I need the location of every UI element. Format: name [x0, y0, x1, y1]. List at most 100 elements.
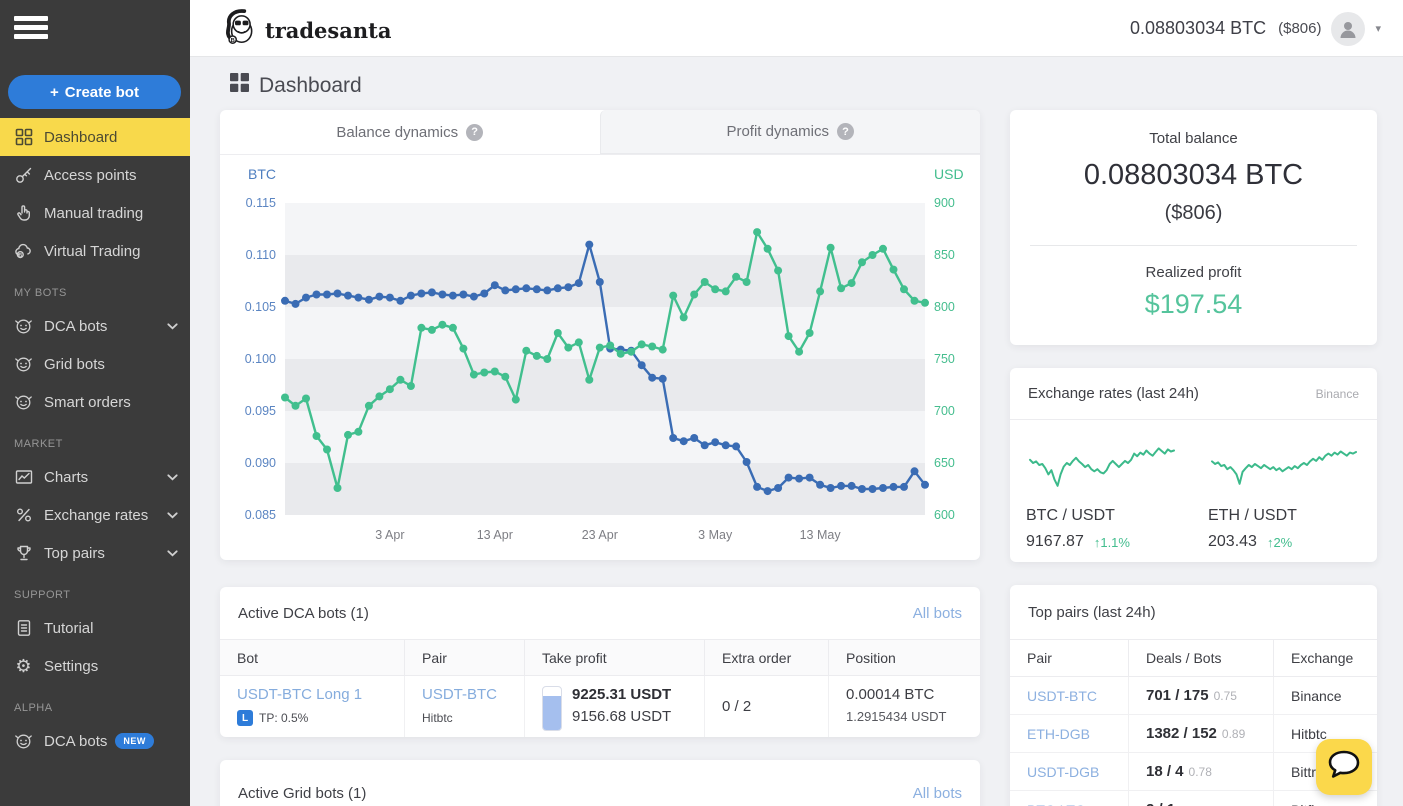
sidebar-item-smart-orders[interactable]: Smart orders: [0, 383, 190, 421]
active-grid-bots-card: Active Grid bots (1) All bots: [220, 760, 980, 806]
sidebar: + Create bot Dashboard Access points: [0, 0, 190, 806]
santa-logo-icon: B: [222, 9, 256, 52]
svg-text:0.100: 0.100: [245, 352, 276, 366]
svg-text:0.085: 0.085: [245, 508, 276, 522]
svg-text:0.105: 0.105: [245, 300, 276, 314]
deals-bots-value: 1382 / 152: [1146, 725, 1217, 742]
document-icon: [14, 619, 33, 638]
bot-face-icon: [14, 355, 33, 374]
current-price: 9156.68 USDT: [572, 708, 671, 725]
svg-text:0.115: 0.115: [246, 196, 276, 210]
bot-name-link[interactable]: USDT-BTC Long 1: [237, 686, 404, 703]
pair-link[interactable]: USDT-DGB: [1027, 764, 1099, 780]
all-dca-bots-link[interactable]: All bots: [913, 605, 962, 622]
account-caret-icon[interactable]: ▾: [1375, 22, 1381, 35]
sidebar-item-dca-bots-new[interactable]: DCA bots NEW: [0, 722, 190, 760]
chevron-down-icon: [167, 474, 178, 481]
btc-usdt-sparkline: [1026, 430, 1178, 503]
sidebar-item-manual-trading[interactable]: Manual trading: [0, 194, 190, 232]
bot-face-icon: [14, 393, 33, 412]
chart-icon: [14, 468, 33, 487]
dca-card-title: Active DCA bots (1): [238, 605, 369, 622]
help-icon[interactable]: ?: [466, 124, 483, 141]
tab-label: Balance dynamics: [336, 124, 458, 141]
sidebar-item-label: Settings: [44, 658, 98, 675]
col-header-pair: Pair: [1010, 640, 1128, 676]
left-axis-title: BTC: [248, 166, 276, 182]
deals-ratio: 0.78: [1189, 765, 1212, 779]
all-grid-bots-link[interactable]: All bots: [913, 785, 962, 802]
exchange-rates-card: Exchange rates (last 24h) Binance BTC / …: [1010, 368, 1377, 562]
svg-text:13 Apr: 13 Apr: [477, 528, 513, 542]
tradesanta-dashboard: + Create bot Dashboard Access points: [0, 0, 1403, 806]
sidebar-item-dashboard[interactable]: Dashboard: [0, 118, 190, 156]
sidebar-item-charts[interactable]: Charts: [0, 458, 190, 496]
col-header-pair: Pair: [404, 640, 524, 675]
sidebar-item-top-pairs[interactable]: Top pairs: [0, 534, 190, 572]
sidebar-item-label: DCA bots: [44, 318, 107, 335]
svg-text:600: 600: [934, 508, 955, 522]
rate-price: 203.43: [1208, 533, 1257, 551]
sidebar-item-label: Smart orders: [44, 394, 131, 411]
svg-text:750: 750: [934, 352, 955, 366]
svg-text:0.090: 0.090: [245, 456, 276, 470]
tab-label: Profit dynamics: [726, 123, 829, 140]
percent-icon: [14, 506, 33, 525]
svg-text:800: 800: [934, 300, 955, 314]
sidebar-item-exchange-rates[interactable]: Exchange rates: [0, 496, 190, 534]
col-header-deals-bots: Deals / Bots: [1128, 640, 1273, 676]
pair-link[interactable]: USDT-BTC: [422, 686, 524, 703]
total-balance-card: Total balance 0.08803034 BTC ($806) Real…: [1010, 110, 1377, 345]
sidebar-item-access-points[interactable]: Access points: [0, 156, 190, 194]
sidebar-item-label: Access points: [44, 167, 137, 184]
create-bot-button[interactable]: + Create bot: [8, 75, 181, 109]
sidebar-item-label: Tutorial: [44, 620, 93, 637]
table-row: BTC-LTC 2 / 1 Bitfi: [1010, 791, 1377, 806]
sidebar-item-settings[interactable]: ⚙ Settings: [0, 647, 190, 685]
rate-pair-label: ETH / USDT: [1208, 507, 1360, 525]
svg-text:900: 900: [934, 196, 955, 210]
sidebar-item-virtual-trading[interactable]: B Virtual Trading: [0, 232, 190, 270]
sidebar-item-label: Charts: [44, 469, 88, 486]
avatar[interactable]: [1331, 12, 1365, 46]
balance-dynamics-chart: BTCUSD0.1150.1100.1050.1000.0950.0900.08…: [220, 155, 980, 560]
realized-profit-label: Realized profit: [1010, 264, 1377, 281]
sidebar-item-label: Top pairs: [44, 545, 105, 562]
take-profit-price: 9225.31 USDT: [572, 686, 671, 703]
deals-ratio: 0.75: [1214, 689, 1237, 703]
exchange-name: Binance: [1273, 677, 1377, 714]
header-balance-btc: 0.08803034 BTC: [1130, 18, 1266, 39]
chevron-down-icon: [167, 512, 178, 519]
col-header-take-profit: Take profit: [524, 640, 704, 675]
header-balance-usd: ($806): [1278, 20, 1321, 37]
pair-link[interactable]: ETH-DGB: [1027, 726, 1090, 742]
help-icon[interactable]: ?: [837, 123, 854, 140]
rate-block-btc-usdt: BTC / USDT 9167.87 ↑1.1%: [1026, 430, 1178, 551]
sidebar-item-label: Exchange rates: [44, 507, 148, 524]
chat-bubble-icon: [1326, 749, 1362, 786]
tab-balance-dynamics[interactable]: Balance dynamics ?: [220, 110, 600, 154]
hamburger-menu-icon[interactable]: [14, 16, 48, 42]
exchange-name: Hitbtc: [422, 711, 524, 725]
pair-link[interactable]: BTC-LTC: [1027, 802, 1085, 806]
table-row: USDT-BTC Long 1 L TP: 0.5% USDT-BTC Hitb…: [220, 676, 980, 737]
logo-text: tradesanta: [265, 18, 391, 43]
realized-profit-value: $197.54: [1010, 289, 1377, 320]
dashboard-grid-icon: [230, 73, 249, 98]
account-area: 0.08803034 BTC ($806) ▾: [1130, 0, 1381, 57]
create-bot-label: Create bot: [65, 84, 139, 101]
sidebar-item-tutorial[interactable]: Tutorial: [0, 609, 190, 647]
top-pairs-title: Top pairs (last 24h): [1028, 604, 1156, 621]
sidebar-section-alpha: ALPHA: [0, 685, 190, 722]
logo[interactable]: B tradesanta: [222, 9, 391, 52]
sidebar-item-grid-bots[interactable]: Grid bots: [0, 345, 190, 383]
sidebar-item-dca-bots[interactable]: DCA bots: [0, 307, 190, 345]
tab-profit-dynamics[interactable]: Profit dynamics ?: [600, 110, 981, 154]
pair-link[interactable]: USDT-BTC: [1027, 688, 1097, 704]
take-profit-setting: TP: 0.5%: [259, 711, 308, 725]
eth-usdt-sparkline: [1208, 430, 1360, 503]
cloud-bitcoin-icon: B: [14, 242, 33, 261]
key-icon: [14, 166, 33, 185]
chat-widget-button[interactable]: [1316, 739, 1372, 795]
position-usdt: 1.2915434 USDT: [846, 709, 980, 724]
